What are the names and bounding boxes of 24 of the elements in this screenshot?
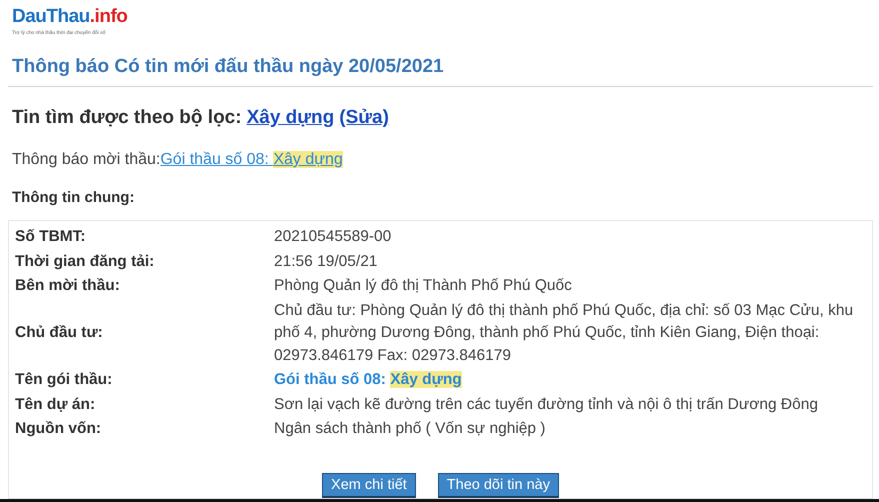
follow-button[interactable]: Theo dõi tin này — [438, 473, 559, 498]
field-label: Tên dự án: — [15, 394, 96, 414]
details-button[interactable]: Xem chi tiết — [322, 473, 416, 498]
field-label: Số TBMT: — [15, 227, 87, 247]
filter-label: Tin tìm được theo bộ lọc: — [12, 107, 242, 129]
field-label: Tên gói thầu: — [15, 370, 114, 390]
field-value: 20210545589-00 — [274, 227, 392, 247]
edit-link[interactable]: (Sửa) — [339, 107, 389, 129]
notice-label: Thông báo mời thầu: — [12, 151, 160, 169]
filter-link[interactable]: Xây dựng — [246, 107, 334, 129]
field-value: Phòng Quản lý đô thị Thành Phố Phú Quốc — [274, 276, 573, 296]
field-label: Nguồn vốn: — [15, 419, 102, 439]
field-label: Chủ đầu tư: — [15, 323, 104, 343]
logo[interactable]: DauThau.info — [12, 6, 873, 28]
section-heading: Thông tin chung: — [11, 189, 136, 206]
field-value: Ngân sách thành phố ( Vốn sự nghiệp ) — [274, 419, 546, 439]
field-value: 21:56 19/05/21 — [274, 252, 378, 272]
package-link[interactable]: Gói thầu số 08: Xây dựng — [274, 369, 866, 392]
field-value: Sơn lại vạch kẽ đường trên các tuyến đường tỉnh và nội ô thị trấn Dương Đông — [274, 394, 819, 414]
notice-link[interactable]: Gói thầu số 08: Xây dựng — [160, 151, 343, 169]
field-label: Bên mời thầu: — [15, 276, 121, 296]
page-title: Thông báo Có tin mới đấu thầu ngày 20/05/2021 — [8, 56, 873, 87]
field-value: Chủ đầu tư: Phòng Quản lý đô thị thành phố Phú Quốc, địa chỉ: số 03 Mạc Cửu, khu phố 4, phường Dương Đông, thành phố Phú Quốc, tỉnh Kiên Giang, Điện thoại: 02973.846179 Fax: 02973.846179 — [274, 300, 854, 366]
field-label: Thời gian đăng tải: — [15, 252, 156, 272]
